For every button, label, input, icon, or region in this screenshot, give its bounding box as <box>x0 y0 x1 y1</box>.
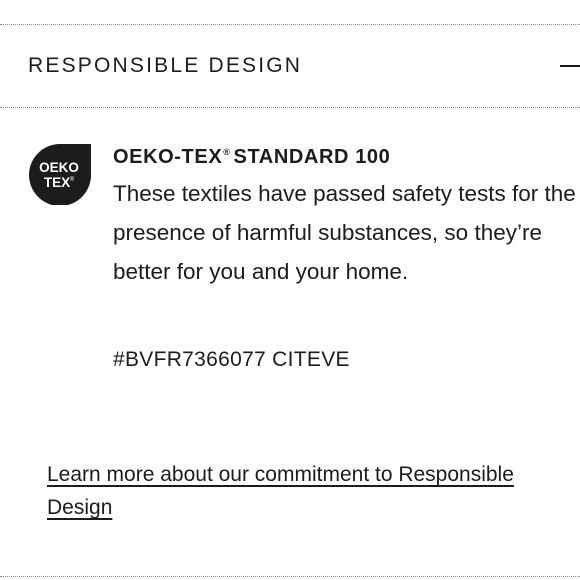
responsible-design-accordion-header[interactable]: RESPONSIBLE DESIGN <box>0 25 580 107</box>
registered-mark: ® <box>223 147 231 157</box>
minus-icon[interactable] <box>560 65 580 67</box>
badge-line1: OEKO <box>39 160 79 175</box>
certification-title-rest: STANDARD 100 <box>233 146 391 168</box>
badge-mark: ® <box>70 176 75 183</box>
header-divider <box>0 107 580 108</box>
bottom-divider <box>0 576 580 577</box>
section-title: RESPONSIBLE DESIGN <box>28 54 303 77</box>
certification-title-main: OEKO-TEX <box>113 146 223 168</box>
badge-line2: TEX <box>44 175 70 190</box>
learn-more-link[interactable]: Learn more about our commitment to Respo… <box>47 458 517 524</box>
certification-code: #BVFR7366077 CITEVE <box>113 348 350 371</box>
certification-title: OEKO-TEX® STANDARD 100 <box>113 146 390 169</box>
certification-description: These textiles have passed safety tests … <box>113 181 576 284</box>
oeko-tex-logo-icon: OEKO TEX ® <box>28 143 92 205</box>
